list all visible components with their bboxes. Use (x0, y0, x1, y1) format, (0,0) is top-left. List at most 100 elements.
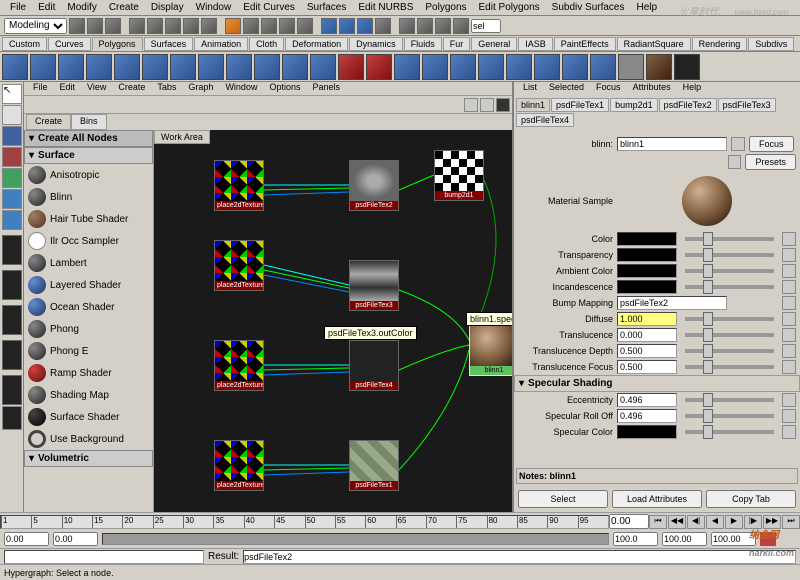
surface-header[interactable]: ▾Surface (24, 147, 153, 164)
render-icon[interactable] (339, 18, 355, 34)
attr-tab-psdfiletex2[interactable]: psdFileTex2 (659, 98, 717, 112)
range-end-field[interactable] (662, 532, 707, 546)
shelf-tab-subdivs[interactable]: Subdivs (748, 37, 794, 51)
create-tab[interactable]: Create (26, 114, 71, 130)
prefs-icon[interactable] (780, 532, 796, 546)
rewind-icon[interactable]: ⏮ (649, 515, 667, 529)
scale-tool-icon[interactable] (2, 168, 22, 188)
shelf-cone-icon[interactable] (86, 54, 112, 80)
end-icon[interactable]: ⏭ (782, 515, 800, 529)
play-fwd-icon[interactable]: ▶ (725, 515, 743, 529)
menu-edit[interactable]: Edit (32, 2, 61, 13)
hg-menu-options[interactable]: Options (264, 82, 305, 95)
render-globals-icon[interactable] (375, 18, 391, 34)
prev-key-icon[interactable]: ◀| (687, 515, 705, 529)
hg-menu-view[interactable]: View (82, 82, 111, 95)
layout-icon[interactable] (417, 18, 433, 34)
load-attributes-button[interactable]: Load Attributes (612, 490, 702, 508)
history-icon[interactable] (279, 18, 295, 34)
material-ramp[interactable]: Ramp Shader (24, 362, 153, 384)
map-button[interactable] (782, 328, 796, 342)
shelf-tab-fluids[interactable]: Fluids (404, 37, 442, 51)
snap-icon[interactable] (183, 18, 199, 34)
node-place2dtexture2[interactable]: place2dTexture2 (214, 440, 264, 491)
menu-help[interactable]: Help (631, 2, 664, 13)
bins-tab[interactable]: Bins (71, 114, 107, 130)
shelf-helix-icon[interactable] (254, 54, 280, 80)
roll-slider[interactable] (685, 414, 774, 418)
shelf-pyramid-icon[interactable] (198, 54, 224, 80)
shelf-pipe-icon[interactable] (226, 54, 252, 80)
shelf-cube-icon[interactable] (30, 54, 56, 80)
node-psdfiletex3[interactable]: psdFileTex3 (349, 260, 399, 311)
hg-menu-file[interactable]: File (28, 82, 53, 95)
incand-slider[interactable] (685, 285, 774, 289)
transld-field[interactable] (617, 344, 677, 358)
node-place2dtexture1[interactable]: place2dTexture1 (214, 160, 264, 211)
map-button[interactable] (782, 296, 796, 310)
hg-menu-tabs[interactable]: Tabs (152, 82, 181, 95)
ambient-swatch[interactable] (617, 264, 677, 278)
shelf-poly-icon[interactable] (450, 54, 476, 80)
shelf-poly-icon[interactable] (422, 54, 448, 80)
shelf-soccer-icon[interactable] (282, 54, 308, 80)
menu-editcurves[interactable]: Edit Curves (237, 2, 301, 13)
translf-slider[interactable] (685, 365, 774, 369)
material-lambert[interactable]: Lambert (24, 252, 153, 274)
volumetric-header[interactable]: ▾Volumetric (24, 450, 153, 467)
blinn-name-field[interactable] (617, 137, 727, 151)
menu-editnurbs[interactable]: Edit NURBS (352, 2, 419, 13)
attr-menu-list[interactable]: List (518, 82, 542, 96)
tool-icon[interactable] (87, 18, 103, 34)
transparency-slider[interactable] (685, 253, 774, 257)
material-blinn[interactable]: Blinn (24, 186, 153, 208)
material-anisotropic[interactable]: Anisotropic (24, 164, 153, 186)
shelf-poly-icon[interactable] (562, 54, 588, 80)
shelf-tab-fur[interactable]: Fur (443, 37, 471, 51)
attr-menu-help[interactable]: Help (678, 82, 707, 96)
shelf-tab-animation[interactable]: Animation (194, 37, 248, 51)
map-button[interactable] (782, 280, 796, 294)
shelf-prism-icon[interactable] (170, 54, 196, 80)
range-total-field[interactable] (711, 532, 756, 546)
attr-tab-bump2d1[interactable]: bump2d1 (610, 98, 658, 112)
speccolor-slider[interactable] (685, 430, 774, 434)
shelf-tab-polygons[interactable]: Polygons (92, 37, 143, 51)
mel-input[interactable] (4, 550, 204, 564)
menu-editpolygons[interactable]: Edit Polygons (473, 2, 546, 13)
translf-field[interactable] (617, 360, 677, 374)
next-key-icon[interactable]: |▶ (744, 515, 762, 529)
hg-menu-create[interactable]: Create (113, 82, 150, 95)
select-button[interactable]: Select (518, 490, 608, 508)
map-button[interactable] (782, 312, 796, 326)
shelf-poly-icon[interactable] (506, 54, 532, 80)
range-bar[interactable] (102, 533, 609, 545)
hg-close-icon[interactable] (496, 98, 510, 112)
map-button[interactable] (782, 393, 796, 407)
specular-header[interactable]: ▾Specular Shading (514, 375, 800, 392)
playback-end-field[interactable] (613, 532, 658, 546)
layout-custom-icon[interactable] (2, 406, 22, 430)
layout-outliner-icon[interactable] (2, 340, 22, 370)
hg-menu-panels[interactable]: Panels (307, 82, 345, 95)
ecc-slider[interactable] (685, 398, 774, 402)
shelf-checker-icon[interactable] (674, 54, 700, 80)
snap-icon[interactable] (165, 18, 181, 34)
map-button[interactable] (782, 344, 796, 358)
transparency-swatch[interactable] (617, 248, 677, 262)
shelf-platonic-icon[interactable] (310, 54, 336, 80)
material-phonge[interactable]: Phong E (24, 340, 153, 362)
menu-file[interactable]: File (4, 2, 32, 13)
node-psdfiletex1[interactable]: psdFileTex1 (349, 440, 399, 491)
shelf-poly-icon[interactable] (534, 54, 560, 80)
transld-slider[interactable] (685, 349, 774, 353)
transl-slider[interactable] (685, 333, 774, 337)
bump-field[interactable] (617, 296, 727, 310)
hg-icon[interactable] (480, 98, 494, 112)
focus-button[interactable]: Focus (749, 136, 794, 152)
shelf-tab-surfaces[interactable]: Surfaces (144, 37, 194, 51)
shelf-tab-custom[interactable]: Custom (2, 37, 47, 51)
shelf-poly-icon[interactable] (366, 54, 392, 80)
shelf-tab-cloth[interactable]: Cloth (249, 37, 284, 51)
material-ilrocc[interactable]: Ilr Occ Sampler (24, 230, 153, 252)
